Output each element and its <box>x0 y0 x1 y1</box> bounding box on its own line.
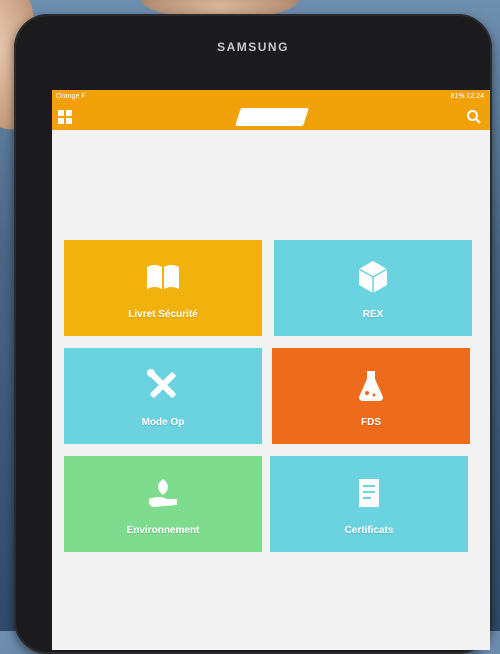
menu-grid: Livret Sécurité REX Mode Op FDS Environn… <box>64 240 484 560</box>
tile-label: Mode Op <box>141 416 185 428</box>
tile-fds[interactable]: FDS <box>272 348 470 444</box>
status-carrier: Orange F <box>56 93 86 100</box>
app-logo <box>235 108 309 126</box>
book-icon <box>147 264 179 289</box>
tile-label: REX <box>362 308 384 320</box>
flask-icon <box>359 370 383 401</box>
tile-mode-op[interactable]: Mode Op <box>64 348 262 444</box>
certificate-icon <box>359 478 379 507</box>
app-bar <box>52 104 490 130</box>
tablet-screen: Orange F 81% 12:24 Livret Sécurité REX M… <box>52 90 490 650</box>
status-bar: Orange F 81% 12:24 <box>52 90 490 104</box>
tile-label: Livret Sécurité <box>128 308 198 320</box>
tools-icon <box>147 368 176 398</box>
status-battery-time: 81% 12:24 <box>450 93 484 100</box>
leaf-hand-icon <box>149 478 177 507</box>
tile-livret-securite[interactable]: Livret Sécurité <box>64 240 262 336</box>
device-brand: SAMSUNG <box>217 40 289 54</box>
tile-certificats[interactable]: Certificats <box>270 456 468 552</box>
tile-label: FDS <box>361 416 381 428</box>
cube-icon <box>358 260 388 293</box>
grid-menu-icon[interactable] <box>58 110 72 124</box>
tile-environnement[interactable]: Environnement <box>64 456 262 552</box>
tablet-device: SAMSUNG Orange F 81% 12:24 Livret Sécuri… <box>14 14 492 654</box>
tile-rex[interactable]: REX <box>274 240 472 336</box>
tile-label: Environnement <box>126 524 200 536</box>
tile-label: Certificats <box>344 524 394 536</box>
search-icon[interactable] <box>466 109 482 125</box>
